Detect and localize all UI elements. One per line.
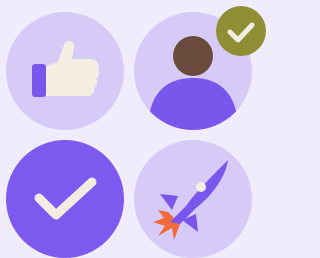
thumbs-up-tile[interactable] bbox=[6, 12, 124, 130]
verified-check-badge bbox=[216, 6, 266, 56]
rocket-icon bbox=[153, 160, 228, 240]
done-check-tile[interactable] bbox=[6, 140, 124, 258]
thumbs-up-icon bbox=[32, 41, 100, 97]
checkmark-icon bbox=[34, 177, 97, 220]
icon-grid bbox=[0, 0, 266, 258]
verified-check-badge-icon bbox=[216, 6, 266, 56]
rocket-tile[interactable] bbox=[134, 140, 252, 258]
